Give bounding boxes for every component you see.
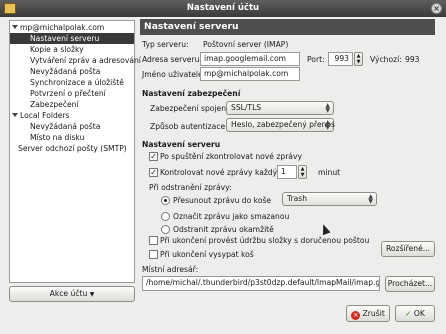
on-delete-label: Při odstranění zprávy: bbox=[149, 183, 232, 192]
tree-item-server-settings[interactable]: Nastavení serveru bbox=[10, 33, 134, 44]
chevron-down-icon: ▼ bbox=[89, 291, 95, 298]
username-input[interactable]: mp@michalpolak.com bbox=[200, 67, 300, 81]
cancel-icon: × bbox=[351, 311, 361, 320]
chevron-updown-icon: ▲ ▼ bbox=[368, 193, 373, 205]
port-label: Port: bbox=[307, 55, 325, 64]
chevron-updown-icon: ▲ ▼ bbox=[325, 102, 330, 114]
cleanup-on-exit-label: Při ukončení provést údržbu složky s dor… bbox=[160, 236, 370, 245]
mouse-cursor bbox=[319, 222, 331, 236]
cancel-button[interactable]: × Zrušit bbox=[346, 305, 390, 322]
tree-item-sync-storage[interactable]: Synchronizace a úložiště bbox=[30, 77, 124, 88]
move-to-trash-radio[interactable] bbox=[161, 196, 170, 205]
check-every-label: Kontrolovat nové zprávy každých bbox=[160, 168, 287, 177]
trash-folder-select[interactable]: Trash ▲ ▼ bbox=[282, 192, 377, 206]
check-on-startup-label: Po spuštění zkontrolovat nové zprávy bbox=[160, 152, 302, 161]
page-title: Nastavení serveru bbox=[140, 19, 435, 35]
window-titlebar: Nastavení účtu × bbox=[0, 0, 446, 17]
port-stepper[interactable]: ▲ ▼ bbox=[354, 52, 363, 66]
empty-trash-label: Při ukončení vysypat koš bbox=[160, 250, 254, 259]
connection-security-select[interactable]: SSL/TLS ▲ ▼ bbox=[226, 101, 334, 115]
tree-item-receipts[interactable]: Potvrzení o přečtení bbox=[30, 88, 106, 99]
account-actions-button[interactable]: Akce účtu ▼ bbox=[9, 286, 135, 302]
browse-button[interactable]: Procházet... bbox=[385, 276, 435, 292]
check-on-startup-checkbox[interactable]: ✓ bbox=[149, 152, 158, 161]
window-app-icon bbox=[4, 3, 16, 14]
local-dir-label: Místní adresář: bbox=[142, 265, 199, 274]
server-section-heading: Nastavení serveru bbox=[142, 140, 221, 149]
local-dir-input[interactable]: /home/michal/.thunderbird/p3st0dzp.defau… bbox=[142, 276, 380, 291]
move-to-trash-label: Přesunout zprávu do koše bbox=[173, 196, 272, 205]
mark-deleted-label: Označit zprávu jako smazanou bbox=[173, 212, 290, 221]
tree-item-local-folders[interactable]: Local Folders bbox=[12, 110, 70, 121]
remove-immediately-label: Odstranit zprávu okamžitě bbox=[173, 225, 274, 234]
advanced-button[interactable]: Rozšířené... bbox=[381, 241, 435, 257]
tree-item-smtp[interactable]: Server odchozí pošty (SMTP) bbox=[18, 143, 127, 154]
expand-arrow-icon[interactable] bbox=[12, 113, 18, 117]
default-port-value: 993 bbox=[405, 55, 420, 64]
chevron-updown-icon: ▲ ▼ bbox=[325, 119, 330, 131]
account-tree[interactable]: mp@michalpolak.com Nastavení serveru Kop… bbox=[9, 20, 141, 283]
tree-item-account[interactable]: mp@michalpolak.com bbox=[12, 22, 104, 33]
port-input[interactable]: 993 bbox=[328, 52, 353, 66]
ok-button[interactable]: ✓ OK bbox=[395, 305, 435, 322]
tree-item-junk[interactable]: Nevyžádaná pošta bbox=[30, 66, 100, 77]
window-title: Nastavení účtu bbox=[186, 3, 260, 13]
expand-arrow-icon[interactable] bbox=[12, 25, 18, 29]
auth-method-label: Způsob autentizace: bbox=[150, 122, 228, 131]
minutes-label: minut bbox=[318, 168, 341, 177]
auth-method-select[interactable]: Heslo, zabezpečený přenos ▲ ▼ bbox=[226, 118, 335, 132]
mark-deleted-radio[interactable] bbox=[161, 212, 170, 221]
empty-trash-checkbox[interactable] bbox=[149, 250, 158, 259]
check-every-checkbox[interactable]: ✓ bbox=[149, 168, 158, 177]
tree-item-composition[interactable]: Vytváření zpráv a adresování bbox=[30, 55, 141, 66]
tree-item-disk-space[interactable]: Místo na disku bbox=[30, 132, 84, 143]
server-type-label: Typ serveru: bbox=[142, 40, 189, 49]
server-address-label: Adresa serveru: bbox=[142, 55, 202, 64]
check-interval-input[interactable]: 1 bbox=[277, 165, 297, 179]
close-icon[interactable]: × bbox=[431, 3, 442, 14]
remove-immediately-radio[interactable] bbox=[161, 225, 170, 234]
cleanup-on-exit-checkbox[interactable] bbox=[149, 236, 158, 245]
security-section-heading: Nastavení zabezpečení bbox=[142, 89, 241, 98]
checkmark-icon: ✓ bbox=[405, 309, 412, 318]
check-interval-stepper[interactable]: ▲ ▼ bbox=[298, 165, 307, 179]
connection-security-label: Zabezpečení spojení: bbox=[150, 104, 231, 113]
username-label: Jméno uživatele: bbox=[142, 70, 206, 79]
server-type-value: Poštovní server (IMAP) bbox=[203, 40, 289, 49]
tree-item-security[interactable]: Zabezpečení bbox=[30, 99, 79, 110]
server-address-input[interactable]: imap.googlemail.com bbox=[200, 52, 300, 66]
default-port-label: Výchozí: bbox=[370, 55, 402, 64]
tree-item-local-junk[interactable]: Nevyžádaná pošta bbox=[30, 121, 100, 132]
tree-item-copies-folders[interactable]: Kopie a složky bbox=[30, 44, 84, 55]
